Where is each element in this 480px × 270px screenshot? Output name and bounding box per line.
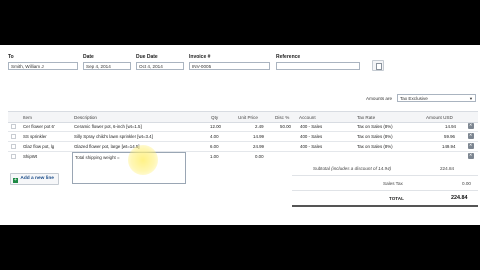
item-cell[interactable]: SS sprinkler — [23, 134, 47, 139]
add-new-line-label: Add a new line — [20, 176, 54, 181]
divider — [292, 175, 478, 176]
subtotal-value: 224.84 — [440, 166, 455, 171]
file-icon — [376, 63, 382, 70]
drag-handle-icon[interactable] — [11, 124, 16, 129]
amounts-are-value: Tax Exclusive — [400, 96, 428, 101]
table-row[interactable]: Glaz flow pot, lg Glazed flower pot, lar… — [8, 142, 478, 152]
description-cell[interactable]: Ceramic flower pot, 6-inch [wt=1.5] — [74, 124, 142, 129]
subtotal-discount-note: (includes a discount of 14.94) — [331, 166, 392, 171]
col-qty: Qty — [211, 115, 219, 120]
amount-cell: 59.96 — [444, 134, 455, 139]
date-field[interactable]: Sep 4, 2014 — [83, 62, 131, 70]
tax-rate-cell[interactable]: Tax on Sales (8%) — [357, 134, 393, 139]
sales-tax-value: 0.00 — [462, 181, 471, 186]
plus-icon: + — [13, 176, 18, 183]
delete-row-icon[interactable] — [468, 122, 474, 129]
item-cell[interactable]: ShipWt — [23, 154, 37, 159]
letterbox-top — [0, 0, 480, 45]
chevron-down-icon: ▼ — [469, 96, 473, 101]
description-editor-text: Total shipping weight = — [75, 155, 120, 160]
col-account: Account — [299, 115, 316, 120]
letterbox-bottom — [0, 225, 480, 270]
tax-rate-cell[interactable]: Tax on Sales (8%) — [357, 144, 393, 149]
disc-cell[interactable]: 50.00 — [280, 124, 291, 129]
delete-row-icon[interactable] — [468, 132, 474, 139]
unit-price-cell[interactable]: 14.99 — [253, 134, 264, 139]
amount-cell: 149.94 — [442, 144, 456, 149]
delete-row-icon[interactable] — [468, 142, 474, 149]
invoice-number-label: Invoice # — [189, 54, 211, 60]
tax-rate-cell[interactable]: Tax on Sales (8%) — [357, 124, 393, 129]
date-label: Date — [83, 54, 94, 60]
item-cell[interactable]: Glaz flow pot, lg — [23, 144, 54, 149]
invoice-number-field[interactable]: INV-0005 — [189, 62, 270, 70]
total-value: 224.84 — [451, 195, 468, 201]
description-cell[interactable]: Silly Spray child's lawn sprinkler [wt=3… — [74, 134, 153, 139]
attach-file-button[interactable] — [372, 60, 384, 71]
reference-label: Reference — [276, 54, 301, 60]
divider — [292, 190, 478, 191]
delete-row-icon[interactable] — [468, 152, 474, 159]
drag-handle-icon[interactable] — [11, 134, 16, 139]
total-underline — [292, 205, 478, 207]
qty-cell[interactable]: 12.00 — [210, 124, 221, 129]
description-cell[interactable]: Glazed flower pot, large [wt=14.5] — [74, 144, 140, 149]
unit-price-cell[interactable]: 24.99 — [253, 144, 264, 149]
add-new-line-button[interactable]: + Add a new line — [10, 173, 59, 185]
to-label: To — [8, 54, 14, 60]
account-cell[interactable]: 400 - Sales — [300, 124, 322, 129]
col-unit-price: Unit Price — [238, 115, 258, 120]
due-date-field[interactable]: Oct 4, 2014 — [136, 62, 184, 70]
table-row[interactable]: Cer flower pot 6' Ceramic flower pot, 6-… — [8, 122, 478, 132]
col-item: Item — [23, 115, 32, 120]
table-row[interactable]: SS sprinkler Silly Spray child's lawn sp… — [8, 132, 478, 142]
item-cell[interactable]: Cer flower pot 6' — [23, 124, 55, 129]
due-date-label: Due Date — [136, 54, 158, 60]
invoice-editor: To Smith, William J Date Sep 4, 2014 Due… — [0, 45, 480, 225]
qty-cell[interactable]: 6.00 — [210, 144, 219, 149]
qty-cell[interactable]: 4.00 — [210, 134, 219, 139]
sales-tax-label: Sales Tax — [383, 181, 403, 186]
drag-handle-icon[interactable] — [11, 144, 16, 149]
qty-cell[interactable]: 1.00 — [210, 154, 219, 159]
col-disc: Disc % — [275, 115, 290, 120]
cursor-highlight — [128, 145, 158, 175]
unit-price-cell[interactable]: 2.49 — [255, 124, 264, 129]
reference-field[interactable] — [276, 62, 360, 70]
total-label: TOTAL — [389, 196, 404, 201]
col-amount: Amount USD — [426, 115, 453, 120]
col-tax-rate: Tax Rate — [357, 115, 376, 120]
drag-handle-icon[interactable] — [11, 154, 16, 159]
subtotal-label: Subtotal (includes a discount of 14.94) — [313, 166, 392, 171]
amounts-are-select[interactable]: Tax Exclusive ▼ — [397, 94, 476, 102]
to-field[interactable]: Smith, William J — [8, 62, 78, 70]
amount-cell: 14.94 — [445, 124, 456, 129]
unit-price-cell[interactable]: 0.00 — [255, 154, 264, 159]
amounts-are-label: Amounts are — [366, 96, 393, 101]
col-description: Description — [74, 115, 97, 120]
account-cell[interactable]: 400 - Sales — [300, 134, 322, 139]
account-cell[interactable]: 400 - Sales — [300, 144, 322, 149]
